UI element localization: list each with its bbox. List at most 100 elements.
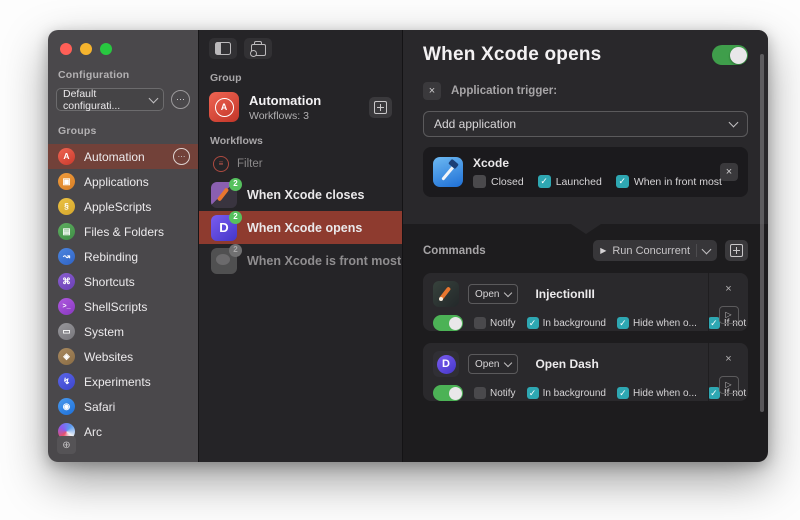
test-run-command-button[interactable]: ▷ xyxy=(719,376,739,394)
trigger-app-card: Xcode ✓ Closed ✓ Launched ✓ When in fron xyxy=(423,147,748,197)
chevron-down-icon xyxy=(729,118,739,128)
checkbox-when-in-front-most[interactable]: ✓ When in front most xyxy=(616,175,722,188)
workflow-item-when-xcode-opens[interactable]: D 2 When Xcode opens xyxy=(199,211,402,244)
sidebar: Configuration Default configurati... ⋯ G… xyxy=(48,30,198,462)
test-run-command-button[interactable]: ▷ xyxy=(719,306,739,324)
checkbox-closed[interactable]: ✓ Closed xyxy=(473,175,524,188)
close-window-button[interactable] xyxy=(60,43,72,55)
checkbox-icon: ✓ xyxy=(474,317,486,329)
command-card-injectioniii: Open InjectionIII ✓ Notify ✓ I xyxy=(423,273,748,331)
close-icon: × xyxy=(726,167,732,178)
checkbox-icon: ✓ xyxy=(527,317,539,329)
applescripts-icon: § xyxy=(58,198,75,215)
folder-badge-icon xyxy=(251,44,266,56)
command-enabled-toggle[interactable] xyxy=(433,385,463,401)
checkbox-icon: ✓ xyxy=(617,387,629,399)
checkbox-icon: ✓ xyxy=(538,175,551,188)
group-summary: A Automation Workflows: 3 xyxy=(209,92,392,122)
websites-icon: ◈ xyxy=(58,348,75,365)
add-application-select[interactable]: Add application xyxy=(423,111,748,137)
add-command-button[interactable] xyxy=(725,240,748,261)
checkbox-launched[interactable]: ✓ Launched xyxy=(538,175,602,188)
checkbox-hide-when-others[interactable]: ✓ Hide when o... xyxy=(617,317,697,329)
command-enabled-toggle[interactable] xyxy=(433,315,463,331)
chevron-down-icon xyxy=(504,289,512,297)
sidebar-item-system[interactable]: ▭ System xyxy=(48,319,198,344)
group-section-label: Group xyxy=(199,72,402,84)
checkbox-in-background[interactable]: ✓ In background xyxy=(527,387,606,399)
close-icon: × xyxy=(429,86,435,97)
commands-section: Commands ▶ Run Concurrent Open xyxy=(403,240,768,401)
sidebar-item-files-folders[interactable]: ▤ Files & Folders xyxy=(48,219,198,244)
trigger-label: Application trigger: xyxy=(451,85,557,97)
workflow-item-when-xcode-closes[interactable]: 2 When Xcode closes xyxy=(199,178,402,211)
toggle-sidebar-button[interactable] xyxy=(209,38,237,59)
app-window: Configuration Default configurati... ⋯ G… xyxy=(48,30,768,462)
rebinding-icon: ↝ xyxy=(58,248,75,265)
checkbox-notify[interactable]: ✓ Notify xyxy=(474,317,516,329)
sidebar-item-applescripts[interactable]: § AppleScripts xyxy=(48,194,198,219)
injectioniii-app-icon: 2 xyxy=(211,182,237,208)
ellipsis-icon: ⋯ xyxy=(176,95,185,104)
sidebar-item-shellscripts[interactable]: >_ ShellScripts xyxy=(48,294,198,319)
sidebar-item-experiments[interactable]: ↯ Experiments xyxy=(48,369,198,394)
configuration-menu-button[interactable]: ⋯ xyxy=(171,90,190,109)
sidebar-item-shortcuts[interactable]: ⌘ Shortcuts xyxy=(48,269,198,294)
remove-command-button[interactable]: × xyxy=(720,350,738,368)
remove-app-button[interactable]: × xyxy=(720,163,738,181)
scrollbar-thumb[interactable] xyxy=(760,54,764,412)
sidebar-item-automation[interactable]: A Automation ⋯ xyxy=(48,144,198,169)
group-options-button[interactable]: ⋯ xyxy=(173,148,190,165)
remove-trigger-button[interactable]: × xyxy=(423,82,441,100)
command-card-open-dash: D Open Open Dash ✓ Notify xyxy=(423,343,748,401)
close-icon: × xyxy=(725,354,731,365)
add-circle-icon: ⊕ xyxy=(62,440,70,451)
automation-icon: A xyxy=(58,148,75,165)
workflow-folder-button[interactable] xyxy=(244,38,272,59)
play-outline-icon: ▷ xyxy=(725,381,731,389)
checkbox-icon: ✓ xyxy=(474,387,486,399)
play-outline-icon: ▷ xyxy=(725,311,731,319)
add-group-button[interactable]: ⊕ xyxy=(57,436,76,454)
add-icon xyxy=(374,101,387,114)
group-workflow-count: Workflows: 3 xyxy=(249,110,359,122)
checkbox-icon: ✓ xyxy=(527,387,539,399)
sidebar-item-safari[interactable]: ◉ Safari xyxy=(48,394,198,419)
safari-icon: ◉ xyxy=(58,398,75,415)
shortcuts-icon: ⌘ xyxy=(58,273,75,290)
close-icon: × xyxy=(725,284,731,295)
experiments-icon: ↯ xyxy=(58,373,75,390)
configuration-select[interactable]: Default configurati... xyxy=(56,88,164,111)
count-badge: 2 xyxy=(229,178,242,191)
configuration-label: Configuration xyxy=(48,69,198,81)
injectioniii-app-icon xyxy=(433,281,459,307)
add-workflow-button[interactable] xyxy=(369,97,392,118)
dash-app-icon: D xyxy=(433,351,459,377)
zoom-window-button[interactable] xyxy=(100,43,112,55)
commands-label: Commands xyxy=(423,245,585,257)
sidebar-item-applications[interactable]: ▣ Applications xyxy=(48,169,198,194)
ellipsis-icon: ⋯ xyxy=(178,153,186,161)
dash-app-icon: D 2 xyxy=(211,215,237,241)
disabled-app-icon: 2 xyxy=(211,248,237,274)
play-icon: ▶ xyxy=(600,246,606,255)
sidebar-item-websites[interactable]: ◈ Websites xyxy=(48,344,198,369)
system-icon: ▭ xyxy=(58,323,75,340)
checkbox-notify[interactable]: ✓ Notify xyxy=(474,387,516,399)
filter-placeholder: Filter xyxy=(237,158,263,170)
workflow-filter[interactable]: ≡ Filter xyxy=(213,156,402,172)
checkbox-in-background[interactable]: ✓ In background xyxy=(527,317,606,329)
sidebar-item-rebinding[interactable]: ↝ Rebinding xyxy=(48,244,198,269)
run-concurrent-button[interactable]: ▶ Run Concurrent xyxy=(593,240,717,261)
workflow-item-when-xcode-front-most[interactable]: 2 When Xcode is front most xyxy=(199,244,402,277)
traffic-lights xyxy=(48,40,198,55)
command-action-select[interactable]: Open xyxy=(468,354,518,374)
checkbox-hide-when-others[interactable]: ✓ Hide when o... xyxy=(617,387,697,399)
minimize-window-button[interactable] xyxy=(80,43,92,55)
workflow-title: When Xcode opens xyxy=(423,44,601,66)
workflow-enabled-toggle[interactable] xyxy=(712,45,748,65)
command-action-select[interactable]: Open xyxy=(468,284,518,304)
group-name: Automation xyxy=(249,93,359,108)
shellscripts-icon: >_ xyxy=(58,298,75,315)
remove-command-button[interactable]: × xyxy=(720,280,738,298)
